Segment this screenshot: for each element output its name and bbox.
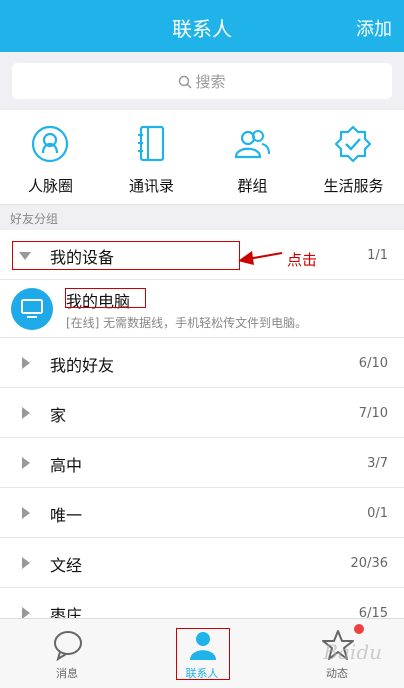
add-button[interactable]: 添加 [356,15,392,41]
quick-actions: 人脉圈 通讯录 群组 生活服务 [0,110,404,205]
top-bar: 联系人 添加 [0,0,404,52]
life-service-icon [334,125,372,163]
tab-label: 动态 [326,667,348,680]
device-subtitle: [在线] 无需数据线，手机轻松传文件到电脑。 [66,316,308,330]
monitor-icon [21,299,43,318]
search-area: 搜索 [0,52,404,110]
group-name: 唯一 [50,506,83,525]
collapse-arrow-icon [22,557,30,569]
highlight-box-my-computer [65,288,146,308]
quick-action-label: 人脉圈 [27,177,73,195]
quick-action-life-service[interactable]: 生活服务 [303,110,404,205]
search-placeholder: 搜索 [195,73,226,91]
group-row[interactable]: 高中 3/7 [0,438,404,488]
quick-action-address-book[interactable]: 通讯录 [101,110,202,205]
group-name: 文经 [50,556,83,575]
contact-circle-icon [31,125,69,163]
tab-label: 消息 [56,667,78,680]
group-count: 7/10 [358,406,388,421]
search-icon [179,75,193,89]
group-count: 1/1 [367,248,388,263]
annotation-arrow-icon [238,251,283,265]
collapse-arrow-icon [22,457,30,469]
group-name: 家 [50,406,67,425]
collapse-arrow-icon [22,407,30,419]
quick-action-label: 生活服务 [323,177,384,195]
group-row[interactable]: 枣庄 6/15 [0,588,404,618]
watermark: Baidu [323,640,382,664]
computer-avatar [11,288,53,330]
group-name: 枣庄 [50,606,83,618]
page-title: 联系人 [172,17,232,41]
group-count: 3/7 [367,456,388,471]
group-row[interactable]: 家 7/10 [0,388,404,438]
search-input[interactable]: 搜索 [12,63,392,99]
group-row[interactable]: 唯一 0/1 [0,488,404,538]
group-count: 6/10 [358,356,388,371]
group-name: 高中 [50,456,83,475]
quick-action-contact-circle[interactable]: 人脉圈 [0,110,101,205]
quick-action-label: 群组 [237,177,268,195]
group-row[interactable]: 文经 20/36 [0,538,404,588]
notification-dot [354,624,364,634]
group-list: 我的设备 1/1 我的电脑 [在线] 无需数据线，手机轻松传文件到电脑。 我的好… [0,230,404,618]
device-row-my-computer[interactable]: 我的电脑 [在线] 无需数据线，手机轻松传文件到电脑。 [0,280,404,338]
collapse-arrow-icon [22,357,30,369]
annotation-label: 点击 [287,251,318,269]
group-count: 6/15 [358,606,388,618]
group-row[interactable]: 我的好友 6/10 [0,338,404,388]
quick-action-group[interactable]: 群组 [202,110,303,205]
quick-action-label: 通讯录 [128,177,174,195]
collapse-arrow-icon [22,607,30,618]
group-icon [234,130,270,159]
highlight-box-contacts-tab [176,628,230,680]
collapse-arrow-icon [22,507,30,519]
message-icon [54,631,82,661]
group-name: 我的好友 [50,356,115,375]
highlight-box-my-devices [12,241,240,270]
friend-groups-heading: 好友分组 [10,212,59,226]
group-count: 0/1 [367,506,388,521]
tab-messages[interactable]: 消息 [0,619,134,688]
address-book-icon [138,125,165,162]
group-count: 20/36 [350,556,388,571]
